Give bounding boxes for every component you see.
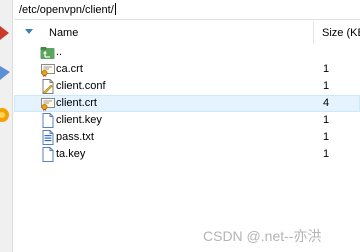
file-row-selected[interactable]: client.crt 4 — [14, 95, 360, 112]
file-name: client.key — [56, 114, 102, 126]
certificate-file-icon — [41, 98, 55, 111]
toolbar-arrow-icon[interactable] — [0, 62, 12, 82]
file-row[interactable]: ca.crt 1 — [14, 61, 360, 78]
sort-indicator-icon — [25, 29, 33, 34]
key-file-icon — [42, 113, 54, 128]
file-list: .. ca.crt 1 client.conf 1 client.crt 4 c… — [14, 44, 360, 163]
key-file-icon — [42, 147, 54, 162]
file-name: client.crt — [56, 97, 97, 109]
file-size: 4 — [323, 97, 330, 109]
file-size: 1 — [323, 114, 330, 126]
column-header-name[interactable]: Name — [49, 27, 78, 39]
text-cursor — [114, 3, 116, 15]
column-header-size[interactable]: Size (KB — [322, 27, 360, 39]
column-separator[interactable] — [313, 22, 314, 44]
certificate-file-icon — [41, 64, 55, 77]
toolbar-icon-top[interactable] — [0, 24, 12, 42]
column-header: Name Size (KB — [14, 22, 360, 44]
conf-file-icon — [42, 79, 54, 94]
file-name: ta.key — [56, 148, 86, 160]
file-size: 1 — [323, 131, 330, 143]
path-bar[interactable]: /etc/openvpn/client/ — [14, 0, 360, 20]
file-name: client.conf — [56, 80, 106, 92]
file-size: 1 — [323, 63, 330, 75]
watermark: CSDN @.net--亦洪 — [203, 228, 322, 244]
toolbar-refresh-icon[interactable] — [0, 105, 12, 125]
file-name: .. — [56, 46, 63, 58]
file-row[interactable]: .. — [14, 44, 360, 61]
path-input[interactable]: /etc/openvpn/client/ — [19, 3, 116, 16]
file-size: 1 — [323, 148, 330, 160]
text-file-icon — [42, 130, 54, 145]
file-name: pass.txt — [56, 131, 94, 143]
left-toolbar-strip — [0, 0, 13, 252]
file-row[interactable]: pass.txt 1 — [14, 129, 360, 146]
file-row[interactable]: ta.key 1 — [14, 146, 360, 163]
file-row[interactable]: client.key 1 — [14, 112, 360, 129]
file-row[interactable]: client.conf 1 — [14, 78, 360, 95]
file-name: ca.crt — [56, 63, 83, 75]
file-size: 1 — [323, 80, 330, 92]
parent-folder-icon — [40, 47, 55, 59]
